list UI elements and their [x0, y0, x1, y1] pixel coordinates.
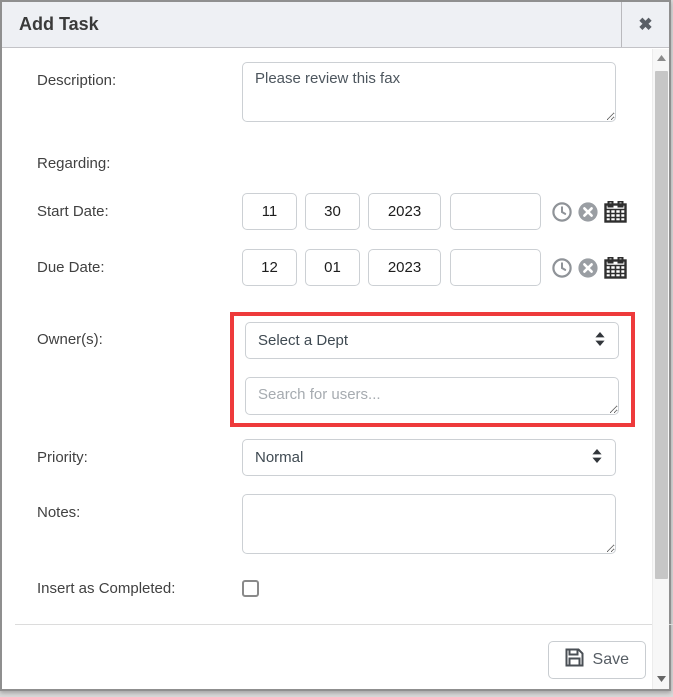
- insert-completed-checkbox[interactable]: [242, 580, 259, 597]
- priority-row: Priority: Normal: [2, 439, 652, 476]
- owners-label: Owner(s):: [2, 312, 242, 427]
- dept-select-value: Select a Dept: [258, 332, 594, 349]
- priority-label: Priority:: [2, 449, 242, 466]
- due-date-time-input[interactable]: [450, 249, 541, 286]
- save-button-label: Save: [593, 651, 629, 669]
- start-date-clock-icon[interactable]: [552, 202, 572, 222]
- due-date-clear-icon[interactable]: [578, 258, 598, 278]
- notes-row: Notes:: [2, 494, 652, 559]
- close-icon: ✖: [638, 15, 652, 35]
- insert-completed-label: Insert as Completed:: [2, 580, 242, 597]
- chevron-updown-icon: [594, 331, 606, 351]
- dialog-title: Add Task: [2, 2, 621, 47]
- due-date-day-input[interactable]: [305, 249, 360, 286]
- due-date-year-input[interactable]: [368, 249, 441, 286]
- chevron-updown-icon: [591, 448, 603, 468]
- user-search-input[interactable]: [245, 377, 619, 415]
- due-date-clock-icon[interactable]: [552, 258, 572, 278]
- description-input[interactable]: Please review this fax: [242, 62, 616, 122]
- notes-input[interactable]: [242, 494, 616, 554]
- description-row: Description: Please review this fax: [2, 62, 652, 127]
- notes-label: Notes:: [2, 494, 242, 559]
- dialog-footer: Save: [15, 624, 673, 689]
- scrollbar-thumb[interactable]: [655, 71, 668, 579]
- add-task-dialog: Add Task ✖ Description: Please review th…: [0, 0, 671, 691]
- save-icon: [565, 648, 584, 672]
- scroll-up-arrow-icon[interactable]: [653, 49, 669, 66]
- owners-row: Owner(s): Select a Dept: [2, 312, 652, 427]
- owners-highlight-box: Select a Dept: [230, 312, 635, 427]
- start-date-time-input[interactable]: [450, 193, 541, 230]
- start-date-clear-icon[interactable]: [578, 202, 598, 222]
- start-date-day-input[interactable]: [305, 193, 360, 230]
- priority-select-value: Normal: [255, 449, 591, 466]
- start-date-year-input[interactable]: [368, 193, 441, 230]
- due-date-month-input[interactable]: [242, 249, 297, 286]
- due-date-calendar-icon[interactable]: [604, 257, 627, 279]
- save-button[interactable]: Save: [548, 641, 646, 679]
- scroll-down-arrow-icon[interactable]: [653, 670, 670, 687]
- due-date-label: Due Date:: [2, 259, 242, 276]
- start-date-label: Start Date:: [2, 203, 242, 220]
- priority-select[interactable]: Normal: [242, 439, 616, 476]
- start-date-calendar-icon[interactable]: [604, 201, 627, 223]
- start-date-row: Start Date:: [2, 193, 652, 230]
- description-label: Description:: [2, 62, 242, 127]
- dept-select[interactable]: Select a Dept: [245, 322, 619, 359]
- due-date-row: Due Date:: [2, 249, 652, 286]
- insert-completed-row: Insert as Completed:: [2, 580, 652, 597]
- start-date-month-input[interactable]: [242, 193, 297, 230]
- vertical-scrollbar[interactable]: [652, 49, 669, 689]
- dialog-header: Add Task ✖: [2, 2, 669, 48]
- close-button[interactable]: ✖: [621, 2, 669, 47]
- regarding-row: Regarding:: [2, 155, 652, 172]
- regarding-label: Regarding:: [2, 155, 242, 172]
